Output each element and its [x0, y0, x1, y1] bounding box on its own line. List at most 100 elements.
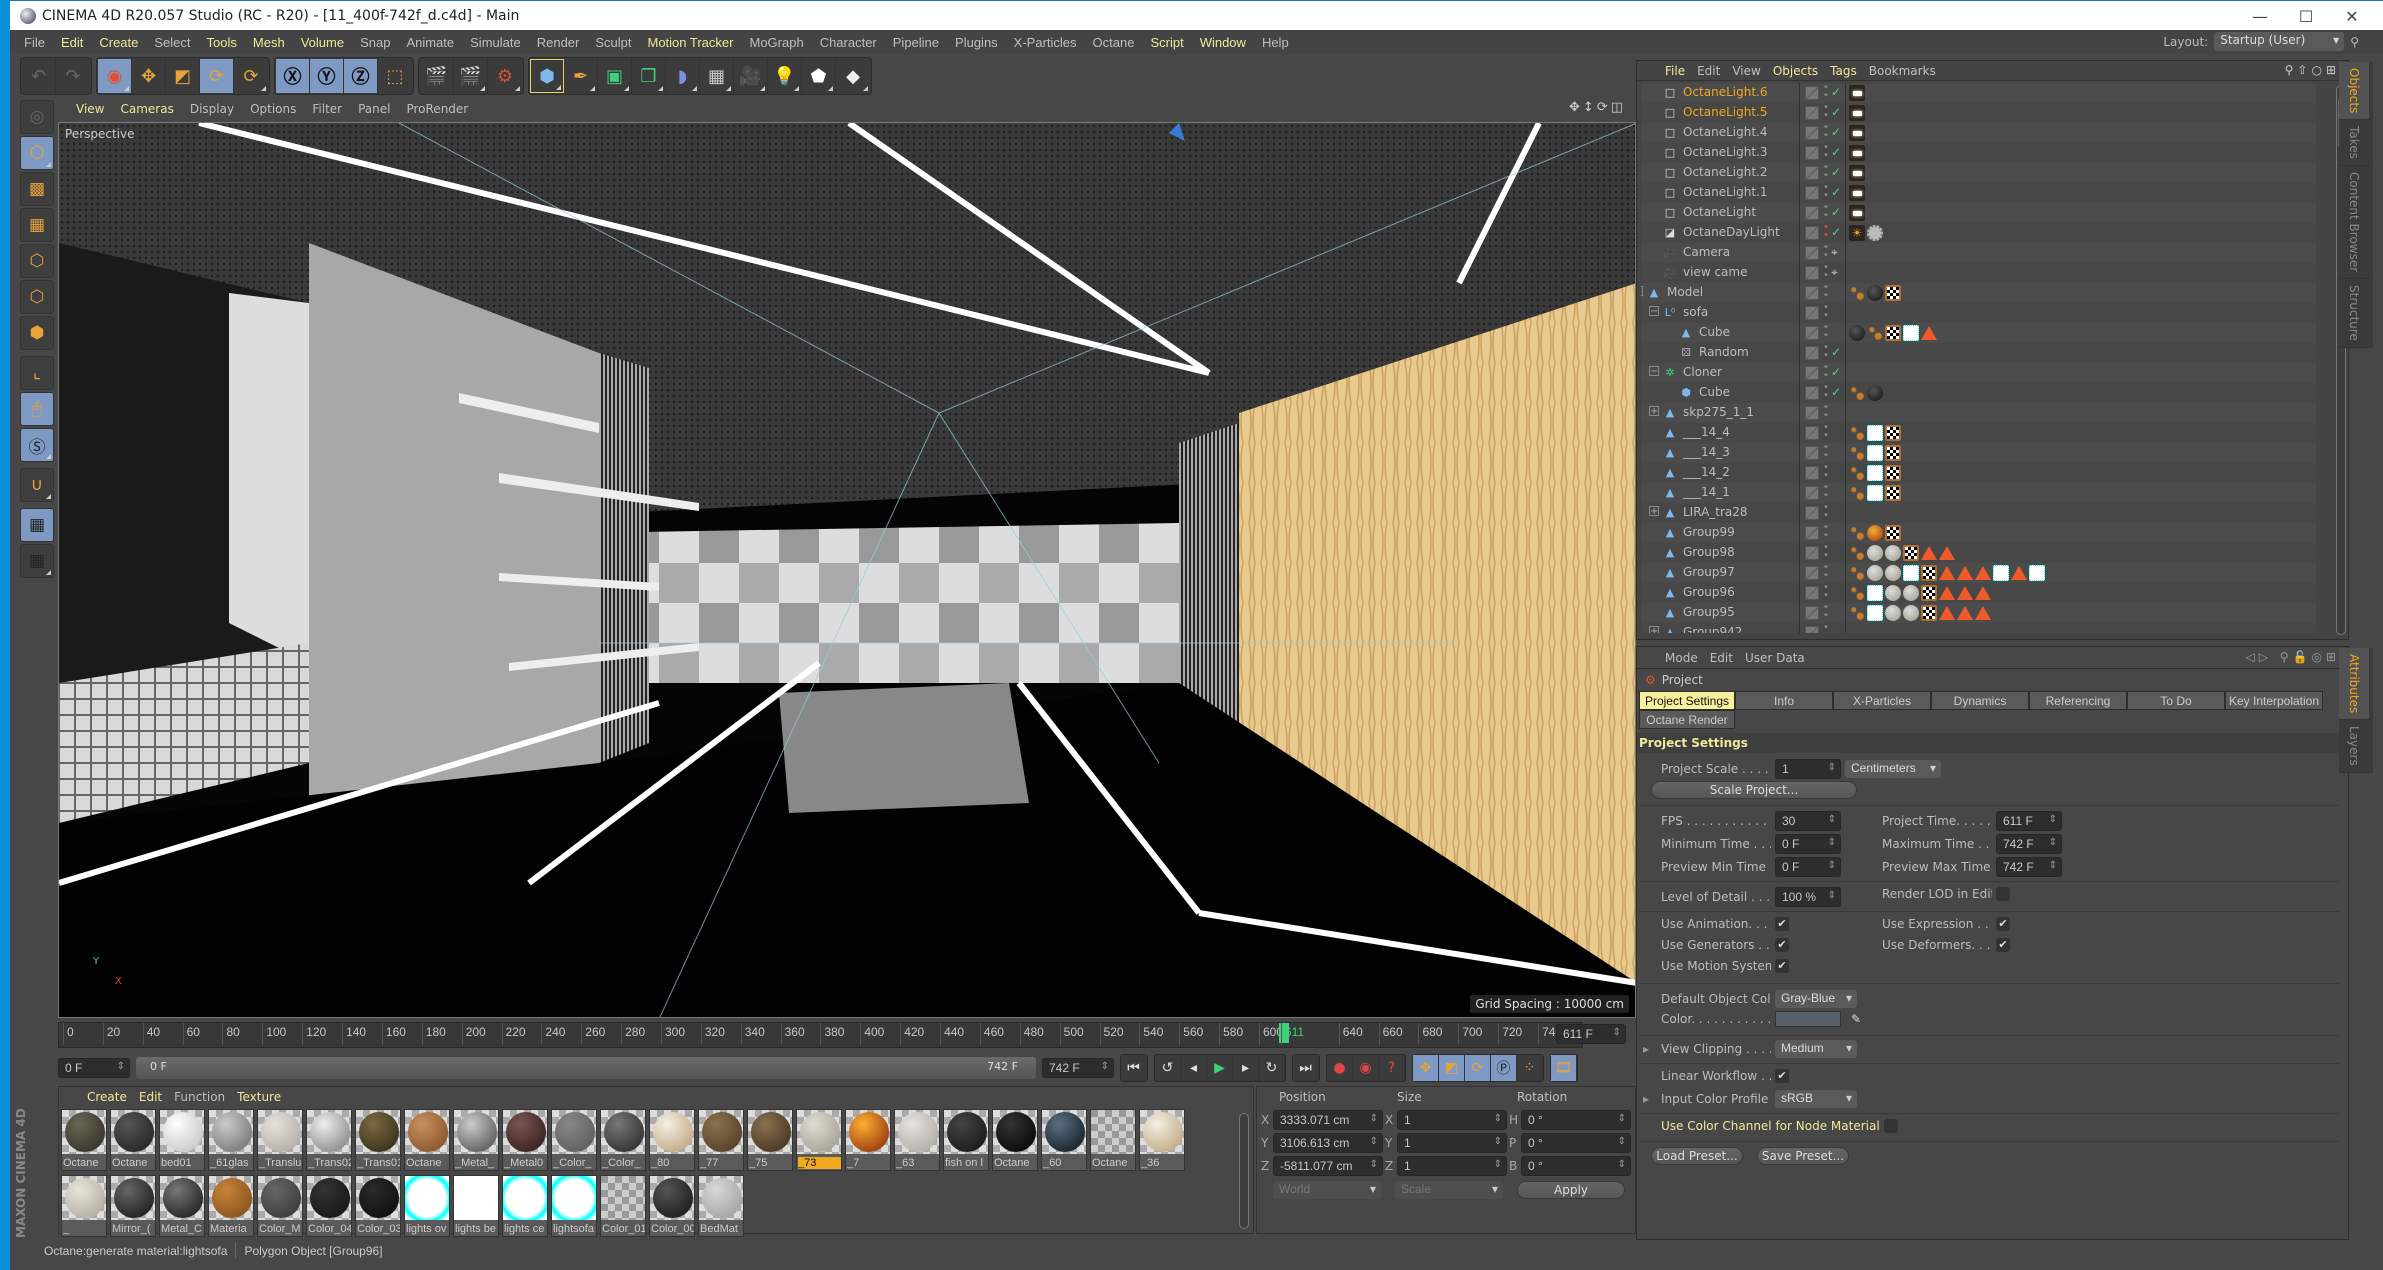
tab-referencing[interactable]: Referencing: [2029, 691, 2127, 710]
object-name[interactable]: Cloner: [1683, 365, 1722, 379]
size-field[interactable]: 1: [1397, 1110, 1507, 1130]
enabled-check-icon[interactable]: ✓: [1831, 205, 1841, 219]
visibility-dots-icon[interactable]: ••: [1823, 403, 1829, 421]
white-tag-icon[interactable]: [1867, 485, 1883, 501]
check-tag-icon[interactable]: [1885, 285, 1901, 301]
search-icon[interactable]: ⚲: [2350, 35, 2359, 49]
collapse-icon[interactable]: −: [1649, 366, 1659, 377]
pen-icon[interactable]: ✒: [564, 59, 598, 93]
undo-icon[interactable]: ↶: [22, 59, 56, 93]
object-name[interactable]: ___14_3: [1683, 445, 1730, 459]
material-swatch[interactable]: Metal_C: [159, 1175, 205, 1237]
size-field[interactable]: 1: [1397, 1133, 1507, 1153]
use-motion-system-checkbox[interactable]: ✔: [1775, 959, 1789, 973]
object-row[interactable]: − L⁰ sofa • •: [1641, 303, 2316, 323]
object-row[interactable]: ▲ ___14_2 • •: [1641, 463, 2316, 483]
attr-menu-user-data[interactable]: User Data: [1739, 651, 1811, 665]
viewport-menu-panel[interactable]: Panel: [350, 102, 398, 116]
record-parameter-button[interactable]: Ⓟ: [1491, 1055, 1517, 1081]
material-swatch[interactable]: Color_04: [306, 1175, 352, 1237]
preview-range-slider[interactable]: 0 F 742 F: [136, 1057, 1036, 1079]
dots2-tag-icon[interactable]: [1849, 285, 1865, 301]
tri-tag-icon[interactable]: [1975, 606, 1991, 620]
tri-tag-icon[interactable]: [1957, 586, 1973, 600]
stone-tag-icon[interactable]: [1867, 565, 1883, 581]
position-field[interactable]: -5811.077 cm: [1273, 1156, 1383, 1176]
visibility-dots-icon[interactable]: ••: [1823, 523, 1829, 541]
object-name[interactable]: OctaneLight.1: [1683, 185, 1768, 199]
layer-toggle-icon[interactable]: [1805, 486, 1819, 500]
enabled-check-icon[interactable]: ✓: [1831, 225, 1841, 239]
viewport-menu-filter[interactable]: Filter: [304, 102, 350, 116]
material-swatch[interactable]: Color_03: [355, 1175, 401, 1237]
visibility-dots-icon[interactable]: ••: [1823, 183, 1829, 201]
object-row[interactable]: ▲ ___14_3 • •: [1641, 443, 2316, 463]
enabled-check-icon[interactable]: ✓: [1831, 365, 1841, 379]
object-menu-tags[interactable]: Tags: [1824, 64, 1863, 78]
check-tag-icon[interactable]: [1903, 545, 1919, 561]
render-settings-icon[interactable]: ⚙: [488, 59, 522, 93]
object-name[interactable]: OctaneLight.4: [1683, 125, 1768, 139]
camera-target-icon[interactable]: ⌖: [1831, 265, 1838, 280]
material-swatch[interactable]: Octane: [992, 1109, 1038, 1171]
texture-mode-icon[interactable]: ▩: [20, 172, 54, 206]
layer-toggle-icon[interactable]: [1805, 546, 1819, 560]
visibility-dots-icon[interactable]: ••: [1823, 363, 1829, 381]
material-menu-texture[interactable]: Texture: [231, 1090, 287, 1104]
material-swatch[interactable]: Color_M: [257, 1175, 303, 1237]
object-menu-bookmarks[interactable]: Bookmarks: [1863, 64, 1942, 78]
material-swatch[interactable]: lights ov: [404, 1175, 450, 1237]
deformer-icon[interactable]: ◗: [666, 59, 700, 93]
menu-file[interactable]: File: [16, 35, 53, 50]
material-swatch[interactable]: Materia: [208, 1175, 254, 1237]
floor-icon[interactable]: ▦: [700, 59, 734, 93]
dots2-tag-icon[interactable]: [1867, 325, 1883, 341]
material-swatch[interactable]: _Color_: [600, 1109, 646, 1171]
object-name[interactable]: LIRA_tra28: [1683, 505, 1748, 519]
menu-motion-tracker[interactable]: Motion Tracker: [640, 35, 742, 50]
object-row[interactable]: − ✲ Cloner • • ✓: [1641, 363, 2316, 383]
next-key-button[interactable]: ↻: [1259, 1055, 1285, 1081]
visibility-dots-icon[interactable]: ••: [1823, 343, 1829, 361]
layer-toggle-icon[interactable]: [1805, 446, 1819, 460]
viewport-menu-prorender[interactable]: ProRender: [398, 102, 476, 116]
tab-project-settings[interactable]: Project Settings: [1639, 691, 1735, 710]
side-tab-objects[interactable]: Objects: [2339, 62, 2369, 121]
menu-mesh[interactable]: Mesh: [245, 35, 293, 50]
menu-help[interactable]: Help: [1254, 35, 1297, 50]
material-swatch[interactable]: fish on l: [943, 1109, 989, 1171]
expand-icon[interactable]: +: [1649, 626, 1659, 633]
camera-target-icon[interactable]: ⌖: [1831, 245, 1838, 260]
light-tag-icon[interactable]: [1849, 85, 1865, 101]
white-tag-icon[interactable]: [2029, 565, 2045, 581]
end-frame-field[interactable]: 742 F: [1042, 1058, 1114, 1078]
side-tab-attributes[interactable]: Attributes: [2339, 648, 2369, 721]
collapse-icon[interactable]: −: [1649, 306, 1659, 317]
object-row[interactable]: ⬢ Cube • • ✓: [1641, 383, 2316, 403]
check-tag-icon[interactable]: [1921, 585, 1937, 601]
object-row[interactable]: ▲ ___14_4 • •: [1641, 423, 2316, 443]
expand-icon[interactable]: +: [1649, 406, 1659, 417]
menu-edit[interactable]: Edit: [53, 35, 91, 50]
layout-dropdown[interactable]: Startup (User): [2214, 32, 2345, 51]
menu-animate[interactable]: Animate: [398, 35, 462, 50]
visibility-dots-icon[interactable]: ••: [1823, 383, 1829, 401]
workplane-mode-icon[interactable]: ▦: [20, 208, 54, 242]
light-icon[interactable]: 💡: [768, 59, 802, 93]
viewport-menu-cameras[interactable]: Cameras: [112, 102, 181, 116]
menu-mograph[interactable]: MoGraph: [741, 35, 811, 50]
light-tag-icon[interactable]: [1849, 125, 1865, 141]
fps-field[interactable]: 30: [1775, 811, 1841, 831]
visibility-dots-icon[interactable]: ••: [1823, 103, 1829, 121]
visibility-dots-icon[interactable]: ••: [1823, 623, 1829, 634]
material-swatch[interactable]: Color_00: [649, 1175, 695, 1237]
axis-mode-icon[interactable]: ⌞: [20, 356, 54, 390]
tab-octane-render[interactable]: Octane Render: [1639, 710, 1735, 729]
cube-icon[interactable]: ⬢: [530, 59, 564, 93]
menu-script[interactable]: Script: [1142, 35, 1191, 50]
position-field[interactable]: 3333.071 cm: [1273, 1110, 1383, 1130]
keyframe-selection-button[interactable]: ?: [1379, 1055, 1405, 1081]
enabled-check-icon[interactable]: ✓: [1831, 165, 1841, 179]
object-row[interactable]: 🎥 Camera • • ⌖: [1641, 243, 2316, 263]
menu-character[interactable]: Character: [812, 35, 885, 50]
